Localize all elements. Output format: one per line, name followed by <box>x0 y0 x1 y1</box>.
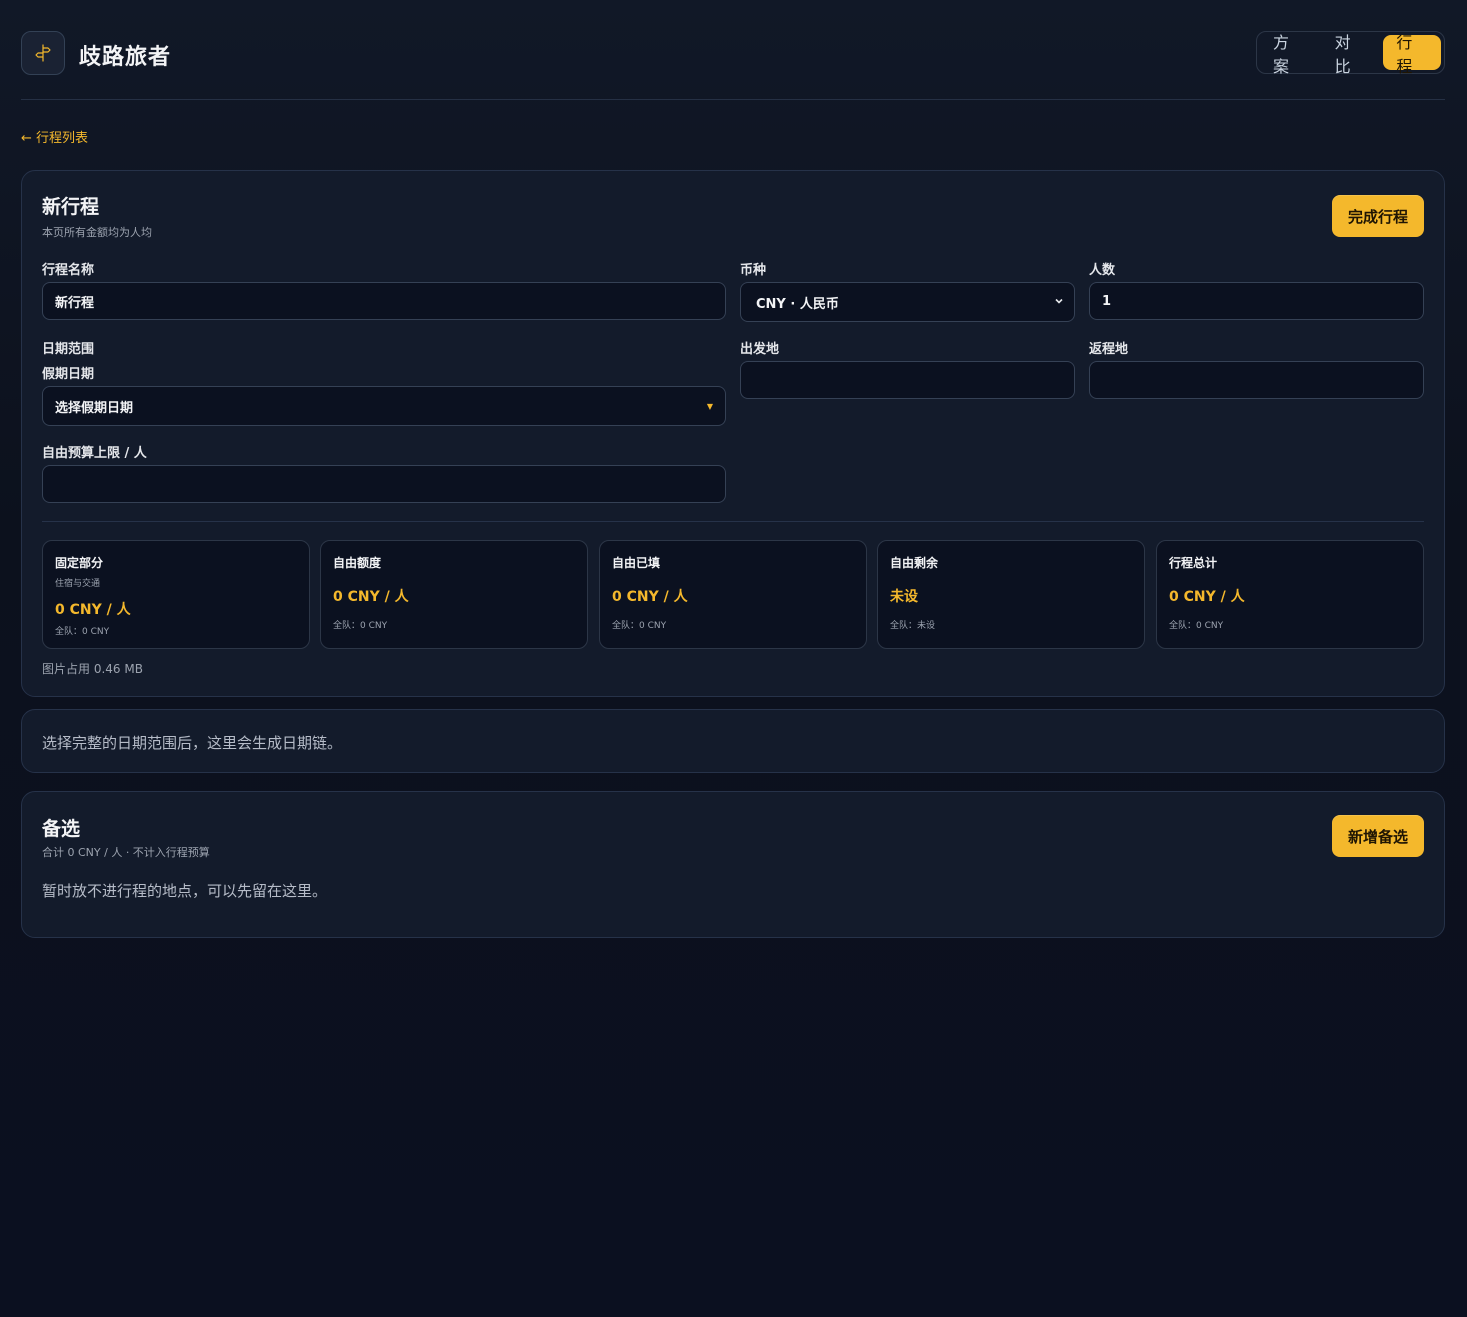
return-label: 返程地 <box>1089 342 1129 357</box>
signpost-icon <box>35 44 51 62</box>
people-count-input[interactable]: 1 <box>1089 282 1424 320</box>
currency-select[interactable]: CNY · 人民币 <box>740 282 1075 322</box>
stat-title: 自由已填 <box>612 556 661 570</box>
stat-card-trip-total: 行程总计 0 CNY / 人 全队：0 CNY <box>1156 540 1424 649</box>
trip-name-label: 行程名称 <box>42 263 95 278</box>
app-brand: 歧路旅者 <box>79 45 172 70</box>
budget-label: 自由预算上限 / 人 <box>42 446 147 461</box>
alternatives-summary: 合计 0 CNY / 人 · 不计入行程预算 <box>42 846 210 859</box>
stat-title: 固定部分 <box>55 556 104 570</box>
nav-tab-itinerary[interactable]: 行程 <box>1383 33 1442 76</box>
stat-card-free-filled: 自由已填 0 CNY / 人 全队：0 CNY <box>599 540 867 649</box>
chevron-down-icon <box>1054 296 1064 309</box>
holiday-date-label: 假期日期 <box>42 367 95 382</box>
caret-down-icon: ▼ <box>706 401 713 411</box>
alternatives-title: 备选 <box>42 818 81 840</box>
currency-select-value: CNY · 人民币 <box>756 296 839 312</box>
date-range-label: 日期范围 <box>42 342 95 357</box>
section-divider <box>42 521 1424 522</box>
date-chain-hint: 选择完整的日期范围后，这里会生成日期链。 <box>42 734 343 752</box>
stat-team-total: 全队：0 CNY <box>333 621 388 631</box>
nav-tab-compare[interactable]: 对比 <box>1322 33 1380 76</box>
trip-subtitle: 本页所有金额均为人均 <box>42 226 152 239</box>
back-to-trip-list-link[interactable]: ← 行程列表 <box>21 127 88 146</box>
app-logo[interactable] <box>21 31 65 75</box>
currency-label: 币种 <box>740 263 767 278</box>
alternatives-card: 备选 合计 0 CNY / 人 · 不计入行程预算 新增备选 暂时放不进行程的地… <box>21 791 1445 938</box>
finish-trip-button[interactable]: 完成行程 <box>1332 195 1424 237</box>
main-nav: 方案 对比 行程 <box>1256 31 1445 76</box>
nav-tab-plans[interactable]: 方案 <box>1260 33 1318 76</box>
add-alternative-button[interactable]: 新增备选 <box>1332 815 1424 857</box>
app-header: 歧路旅者 方案 对比 行程 <box>21 31 1445 100</box>
budget-input[interactable] <box>42 465 726 503</box>
stat-value: 未设 <box>890 589 918 605</box>
stat-title: 自由额度 <box>333 556 382 570</box>
trip-title: 新行程 <box>42 196 100 218</box>
stat-value: 0 CNY / 人 <box>55 602 131 618</box>
holiday-date-picker[interactable]: 选择假期日期 ▼ <box>42 386 726 426</box>
origin-input[interactable] <box>740 361 1075 399</box>
image-usage-text: 图片占用 0.46 MB <box>42 662 143 676</box>
stat-card-fixed: 固定部分 住宿与交通 0 CNY / 人 全队：0 CNY <box>42 540 310 649</box>
stat-card-free-remaining: 自由剩余 未设 全队：未设 <box>877 540 1145 649</box>
alternatives-empty-text: 暂时放不进行程的地点，可以先留在这里。 <box>42 882 328 900</box>
stat-card-free-quota: 自由额度 0 CNY / 人 全队：0 CNY <box>320 540 588 649</box>
origin-label: 出发地 <box>740 342 780 357</box>
stat-value: 0 CNY / 人 <box>612 589 688 605</box>
date-chain-card: 选择完整的日期范围后，这里会生成日期链。 <box>21 709 1445 773</box>
trip-editor-card: 新行程 本页所有金额均为人均 完成行程 行程名称 新行程 币种 CNY · 人民… <box>21 170 1445 697</box>
holiday-date-picker-value: 选择假期日期 <box>55 400 134 416</box>
stat-team-total: 全队：0 CNY <box>55 627 110 637</box>
stat-title: 自由剩余 <box>890 556 939 570</box>
return-input[interactable] <box>1089 361 1424 399</box>
stat-subtitle: 住宿与交通 <box>55 579 101 589</box>
people-count-label: 人数 <box>1089 263 1116 278</box>
stat-value: 0 CNY / 人 <box>1169 589 1245 605</box>
stat-team-total: 全队：0 CNY <box>612 621 667 631</box>
stat-team-total: 全队：未设 <box>890 621 936 631</box>
stat-team-total: 全队：0 CNY <box>1169 621 1224 631</box>
trip-name-input[interactable]: 新行程 <box>42 282 726 320</box>
stat-title: 行程总计 <box>1169 556 1218 570</box>
stat-value: 0 CNY / 人 <box>333 589 409 605</box>
